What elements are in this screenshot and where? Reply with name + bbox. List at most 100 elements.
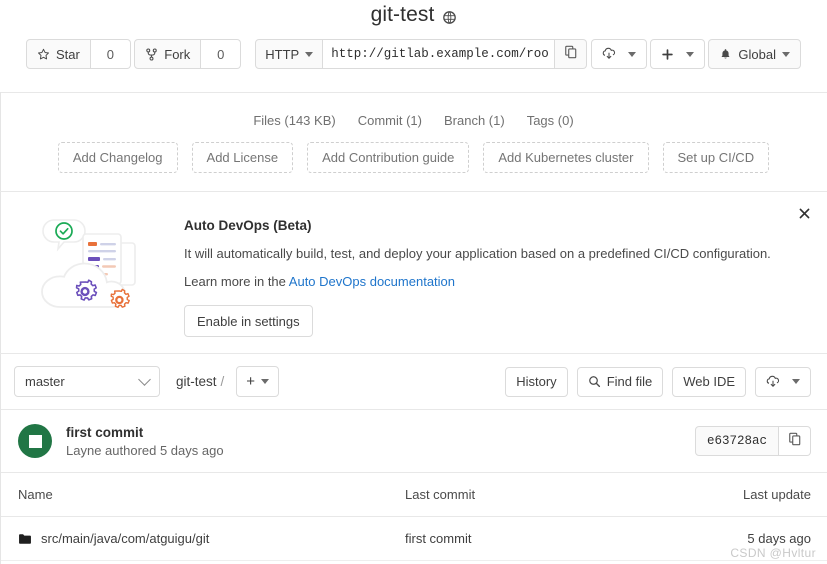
file-last-update-cell: 5 days ago [637,560,827,564]
branch-toolbar: master git-test/ + History Find file We [0,354,827,410]
set-up-cicd-button[interactable]: Set up CI/CD [662,142,770,173]
breadcrumb: git-test / [176,374,224,389]
fork-control: Fork 0 [134,39,242,69]
fork-button[interactable]: Fork [134,39,202,69]
stat-commits[interactable]: Commit (1) [358,113,422,128]
fork-count[interactable]: 0 [201,39,242,69]
column-header-name: Name [0,473,387,517]
plus-icon [661,48,674,61]
copy-icon [788,432,802,451]
column-header-last-commit: Last commit [387,473,637,517]
plus-icon: + [246,373,256,390]
last-commit-title[interactable]: first commit [66,425,224,440]
auto-devops-illustration [24,206,174,337]
auto-devops-banner: Auto DevOps (Beta) It will automatically… [0,191,827,354]
breadcrumb-separator: / [220,374,225,389]
chevron-down-icon [792,379,800,384]
add-kubernetes-cluster-button[interactable]: Add Kubernetes cluster [483,142,649,173]
column-header-last-update: Last update [637,473,827,517]
download-repo-dropdown[interactable] [755,366,811,397]
chevron-down-icon [305,51,314,57]
stat-files[interactable]: Files (143 KB) [253,113,335,128]
file-last-commit-cell: first commit [387,560,637,564]
chevron-down-icon [686,51,695,57]
file-last-commit-link[interactable]: first commit [405,531,471,546]
header-divider [0,92,827,93]
stat-tags[interactable]: Tags (0) [527,113,574,128]
folder-name-link[interactable]: src/main/java/com/atguigu/git [41,531,209,546]
learn-more-prefix: Learn more in the [184,274,289,289]
file-name-cell: src/main/java/com/atguigu/git [0,516,387,561]
find-file-label: Find file [606,374,653,389]
bell-icon [719,48,732,61]
commit-sha[interactable]: e63728ac [694,426,779,456]
clone-protocol-dropdown[interactable]: HTTP [255,39,324,69]
chevron-down-icon [138,373,151,386]
file-tree-table: Name Last commit Last update src/main/ja… [0,473,827,564]
chevron-down-icon [627,51,636,57]
copy-icon [564,45,578,64]
page-title: git-test [370,3,435,26]
download-icon [766,375,780,389]
file-last-commit-cell: first commit [387,516,637,561]
add-changelog-button[interactable]: Add Changelog [57,142,178,173]
auto-devops-title: Auto DevOps (Beta) [184,218,312,233]
project-stats: Files (143 KB) Commit (1) Branch (1) Tag… [0,102,827,138]
add-license-button[interactable]: Add License [191,142,294,173]
auto-devops-description: It will automatically build, test, and d… [184,246,771,261]
star-control: Star 0 [26,39,131,69]
last-commit-meta: Layne authored 5 days ago [66,442,224,458]
star-label: Star [56,46,80,62]
quick-actions-row: Add Changelog Add License Add Contributi… [0,142,827,191]
branch-dropdown[interactable]: master [14,366,160,397]
last-commit-row: first commit Layne authored 5 days ago e… [0,410,827,473]
chevron-down-icon [782,51,790,57]
copy-sha-button[interactable] [779,426,811,456]
fork-icon [145,47,158,61]
branch-toolbar-actions: History Find file Web IDE [505,366,811,397]
last-commit-text: first commit Layne authored 5 days ago [66,425,224,458]
breadcrumb-root[interactable]: git-test [176,374,217,389]
add-new-dropdown[interactable] [650,39,706,69]
history-button[interactable]: History [505,366,568,397]
copy-url-button[interactable] [555,39,588,69]
find-file-button[interactable]: Find file [576,366,664,397]
notification-dropdown[interactable]: Global [708,39,801,69]
gitlab-project-page: git-test Star 0 Fork 0 HTTP http://gitla… [0,0,827,564]
table-row[interactable]: src/main/java/com/atguigu/git first comm… [0,516,827,561]
project-header: git-test Star 0 Fork 0 HTTP http://gitla… [0,0,827,92]
stat-branches[interactable]: Branch (1) [444,113,505,128]
file-name: src/main/java/com/atguigu/git [18,531,371,546]
file-name-cell: pom.xml [0,560,387,564]
auto-devops-learn-more: Learn more in the Auto DevOps documentat… [184,274,771,289]
star-button[interactable]: Star [26,39,91,69]
web-ide-button[interactable]: Web IDE [672,366,746,397]
folder-icon [18,532,32,546]
table-header-row: Name Last commit Last update [0,473,827,517]
download-icon [602,47,616,61]
enable-in-settings-button[interactable]: Enable in settings [184,305,313,337]
add-contribution-guide-button[interactable]: Add Contribution guide [307,142,470,173]
project-actions-row: Star 0 Fork 0 HTTP http://gitlab.example… [0,39,827,69]
clone-url-group: HTTP http://gitlab.example.com/roo [255,39,588,69]
auto-devops-content: Auto DevOps (Beta) It will automatically… [174,206,771,337]
star-count[interactable]: 0 [90,39,131,69]
table-row[interactable]: pom.xml first commit 5 days ago [0,560,827,564]
clone-url-input[interactable]: http://gitlab.example.com/roo [323,39,556,69]
project-title-row: git-test [0,0,827,27]
fork-label: Fork [164,46,191,62]
auto-devops-documentation-link[interactable]: Auto DevOps documentation [289,274,455,289]
clone-protocol-label: HTTP [265,46,300,62]
close-icon[interactable] [795,204,813,222]
avatar-glyph [28,434,42,448]
notification-label: Global [738,46,776,62]
file-last-update-cell: 5 days ago [637,516,827,561]
branch-dropdown-label: master [25,374,65,389]
chevron-down-icon [261,379,270,384]
star-icon [37,48,50,61]
add-to-tree-dropdown[interactable]: + [236,366,280,397]
search-icon [588,375,601,388]
commit-sha-group: e63728ac [694,426,811,456]
avatar [18,424,52,458]
download-source-dropdown[interactable] [590,39,647,69]
